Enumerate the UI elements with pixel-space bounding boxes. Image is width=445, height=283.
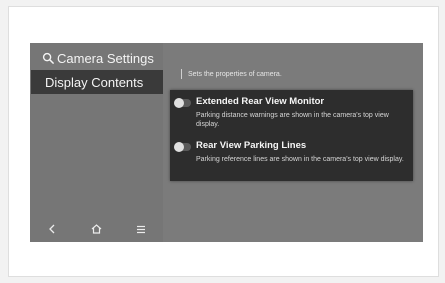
home-icon	[91, 224, 102, 234]
settings-description: Sets the properties of camera.	[181, 67, 282, 81]
option-title: Rear View Parking Lines	[196, 140, 307, 151]
option-description: Parking reference lines are shown in the…	[196, 156, 404, 163]
sidebar-item-label: Display Contents	[45, 74, 144, 90]
option-description: Parking distance warnings are shown in t…	[196, 112, 389, 128]
toggle-rear-view-parking-lines[interactable]	[174, 142, 191, 152]
toggle-knob	[174, 98, 184, 108]
back-icon	[49, 224, 55, 234]
menu-button[interactable]	[126, 218, 156, 240]
option-rear-view-parking-lines[interactable]: Rear View Parking Lines Parking referenc…	[170, 136, 413, 180]
bottom-nav-bar	[30, 216, 163, 242]
sidebar-item-display-contents[interactable]: Display Contents	[31, 70, 163, 94]
toggle-knob	[174, 142, 184, 152]
home-button[interactable]	[81, 218, 111, 240]
search-icon[interactable]	[42, 52, 55, 65]
sidebar: Camera Settings Display Contents	[30, 43, 163, 242]
settings-description-text: Sets the properties of camera.	[188, 70, 282, 78]
options-panel: Extended Rear View Monitor Parking dista…	[170, 90, 413, 181]
description-divider	[181, 69, 182, 79]
option-title: Extended Rear View Monitor	[196, 96, 325, 107]
page-title: Camera Settings	[42, 47, 154, 69]
page-title-text: Camera Settings	[57, 50, 154, 66]
menu-icon	[136, 225, 145, 233]
toggle-extended-rear-view-monitor[interactable]	[174, 98, 191, 108]
camera-settings-screen: Camera Settings Display Contents Sets th…	[30, 43, 423, 242]
option-extended-rear-view-monitor[interactable]: Extended Rear View Monitor Parking dista…	[170, 92, 413, 136]
back-button[interactable]	[37, 218, 67, 240]
